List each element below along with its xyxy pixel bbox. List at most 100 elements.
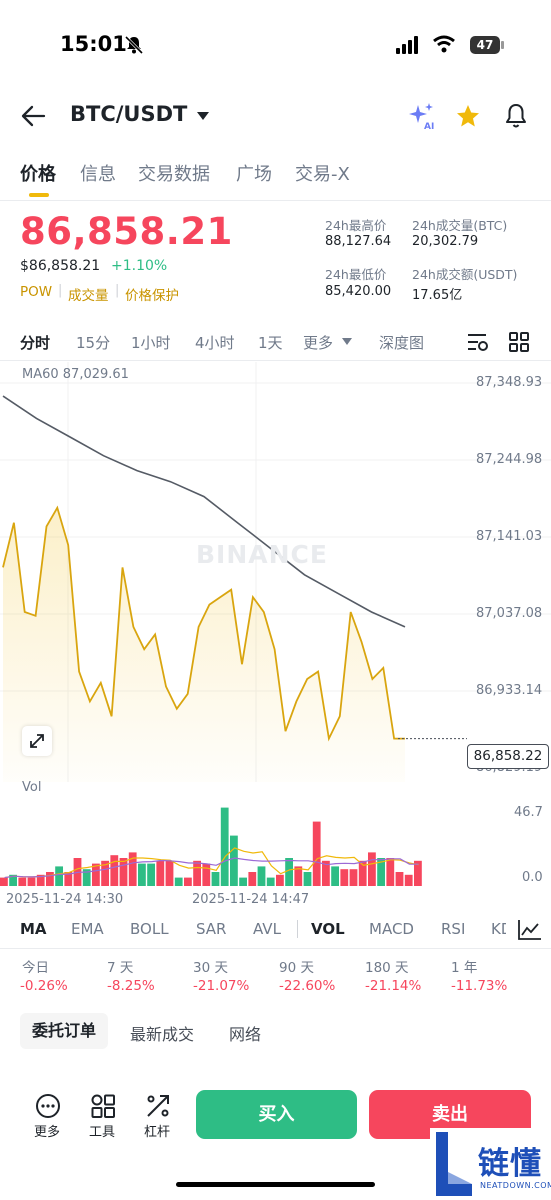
volume-chart[interactable] (0, 800, 470, 890)
neatdown-l-mark (436, 1132, 472, 1196)
volume-bar (0, 877, 8, 886)
volume-bar (211, 872, 220, 886)
volume-bar (395, 872, 404, 886)
battery-indicator: 47 (470, 36, 500, 54)
volume-bar (239, 877, 247, 886)
indicator-avl[interactable]: AVL (253, 920, 281, 938)
perf-label: 今日 (22, 960, 49, 976)
tab-trade-x[interactable]: 交易-X (295, 160, 350, 186)
tag-separator: | (115, 283, 120, 298)
y-tick: 87,348.93 (476, 375, 543, 390)
fullscreen-button[interactable] (22, 726, 52, 756)
status-time: 15:01 (60, 32, 127, 56)
ai-sparkle-icon[interactable]: AI (406, 101, 436, 131)
tab-open-orders[interactable]: 委托订单 (20, 1013, 108, 1049)
tag-price-protection[interactable]: 价格保护 (125, 284, 179, 304)
volume-bar (276, 874, 284, 886)
indicator-ma[interactable]: MA (20, 920, 47, 938)
expand-icon (30, 734, 44, 748)
vol-btc-value: 20,302.79 (412, 234, 479, 249)
high-label: 24h最高价 (325, 218, 387, 233)
volume-bar (174, 877, 183, 886)
favorite-star-icon[interactable] (455, 103, 481, 129)
perf-value: -21.14% (365, 978, 422, 994)
indicator-macd[interactable]: MACD (369, 920, 414, 938)
signal-icon (396, 36, 418, 54)
volume-bar (285, 858, 293, 886)
caret-down-icon (342, 338, 352, 345)
volume-bar (220, 807, 229, 886)
interval-more[interactable]: 更多 (303, 332, 333, 353)
indicator-sar[interactable]: SAR (196, 920, 226, 938)
volume-bar (110, 855, 119, 886)
indicator-ema[interactable]: EMA (71, 920, 104, 938)
grid-layout-icon[interactable] (508, 331, 530, 353)
indicator-vol[interactable]: VOL (311, 920, 345, 938)
divider (0, 200, 551, 201)
interval-timeline[interactable]: 分时 (20, 332, 50, 353)
tab-underline (29, 193, 49, 197)
volume-bar (165, 860, 174, 886)
leverage-label[interactable]: 杠杆 (144, 1121, 170, 1140)
pair-title[interactable]: BTC/USDT (70, 102, 187, 126)
volume-bar (386, 858, 395, 886)
vol-tick: 46.7 (514, 805, 543, 820)
interval-4h[interactable]: 4小时 (195, 332, 235, 353)
y-tick: 86,933.14 (476, 683, 543, 698)
date-label: 2025-11-24 14:47 (192, 892, 310, 907)
volume-bar (46, 872, 54, 886)
chart-settings-icon[interactable] (466, 331, 490, 353)
tab-trading-data[interactable]: 交易数据 (138, 160, 210, 186)
indicator-chart-icon[interactable] (515, 916, 545, 944)
perf-value: -8.25% (107, 978, 155, 994)
indicator-rsi[interactable]: RSI (441, 920, 465, 938)
interval-1d[interactable]: 1天 (258, 332, 283, 353)
tab-info[interactable]: 信息 (80, 160, 116, 186)
perf-label: 7 天 (107, 960, 134, 976)
buy-button[interactable]: 买入 (196, 1090, 357, 1139)
volume-bar (230, 835, 238, 886)
tag-volume[interactable]: 成交量 (68, 284, 109, 304)
more-icon[interactable] (35, 1093, 61, 1119)
tools-icon[interactable] (90, 1093, 116, 1119)
volume-bar (119, 858, 128, 886)
tab-latest-trades[interactable]: 最新成交 (130, 1021, 194, 1045)
depth-chart-tab[interactable]: 深度图 (379, 332, 424, 353)
volume-label: Vol (22, 780, 42, 795)
volume-bar (248, 872, 257, 886)
volume-bar (202, 863, 211, 886)
caret-down-icon[interactable] (196, 111, 210, 121)
wifi-icon (433, 35, 455, 53)
volume-bar (156, 860, 165, 886)
tag-pow[interactable]: POW (20, 284, 52, 300)
y-tick: 87,244.98 (476, 452, 543, 467)
date-label: 2025-11-24 14:30 (6, 892, 124, 907)
back-arrow-icon[interactable] (20, 104, 46, 128)
tab-network[interactable]: 网络 (229, 1021, 261, 1045)
volume-bar (303, 872, 312, 886)
tools-label[interactable]: 工具 (89, 1121, 115, 1140)
indicator-boll[interactable]: BOLL (130, 920, 169, 938)
indicator-divider (297, 920, 298, 938)
volume-bar (138, 863, 146, 886)
divider (0, 360, 551, 361)
volume-bar (266, 877, 275, 886)
leverage-icon[interactable] (145, 1093, 171, 1119)
bell-icon[interactable] (503, 102, 529, 130)
divider (0, 948, 551, 949)
volume-bar (193, 860, 201, 886)
more-label[interactable]: 更多 (34, 1121, 60, 1140)
price-chart[interactable] (0, 362, 551, 782)
tab-square[interactable]: 广场 (236, 160, 272, 186)
perf-label: 1 年 (451, 960, 478, 976)
indicator-kd[interactable]: KD (491, 920, 506, 938)
tab-price[interactable]: 价格 (20, 160, 56, 186)
perf-label: 180 天 (365, 960, 409, 976)
change-percent: +1.10% (111, 258, 168, 274)
volume-bar (404, 874, 413, 886)
perf-value: -22.60% (279, 978, 336, 994)
volume-bar (55, 866, 63, 886)
usd-price: $86,858.21 (20, 258, 101, 274)
interval-1h[interactable]: 1小时 (131, 332, 171, 353)
interval-15m[interactable]: 15分 (76, 332, 110, 353)
